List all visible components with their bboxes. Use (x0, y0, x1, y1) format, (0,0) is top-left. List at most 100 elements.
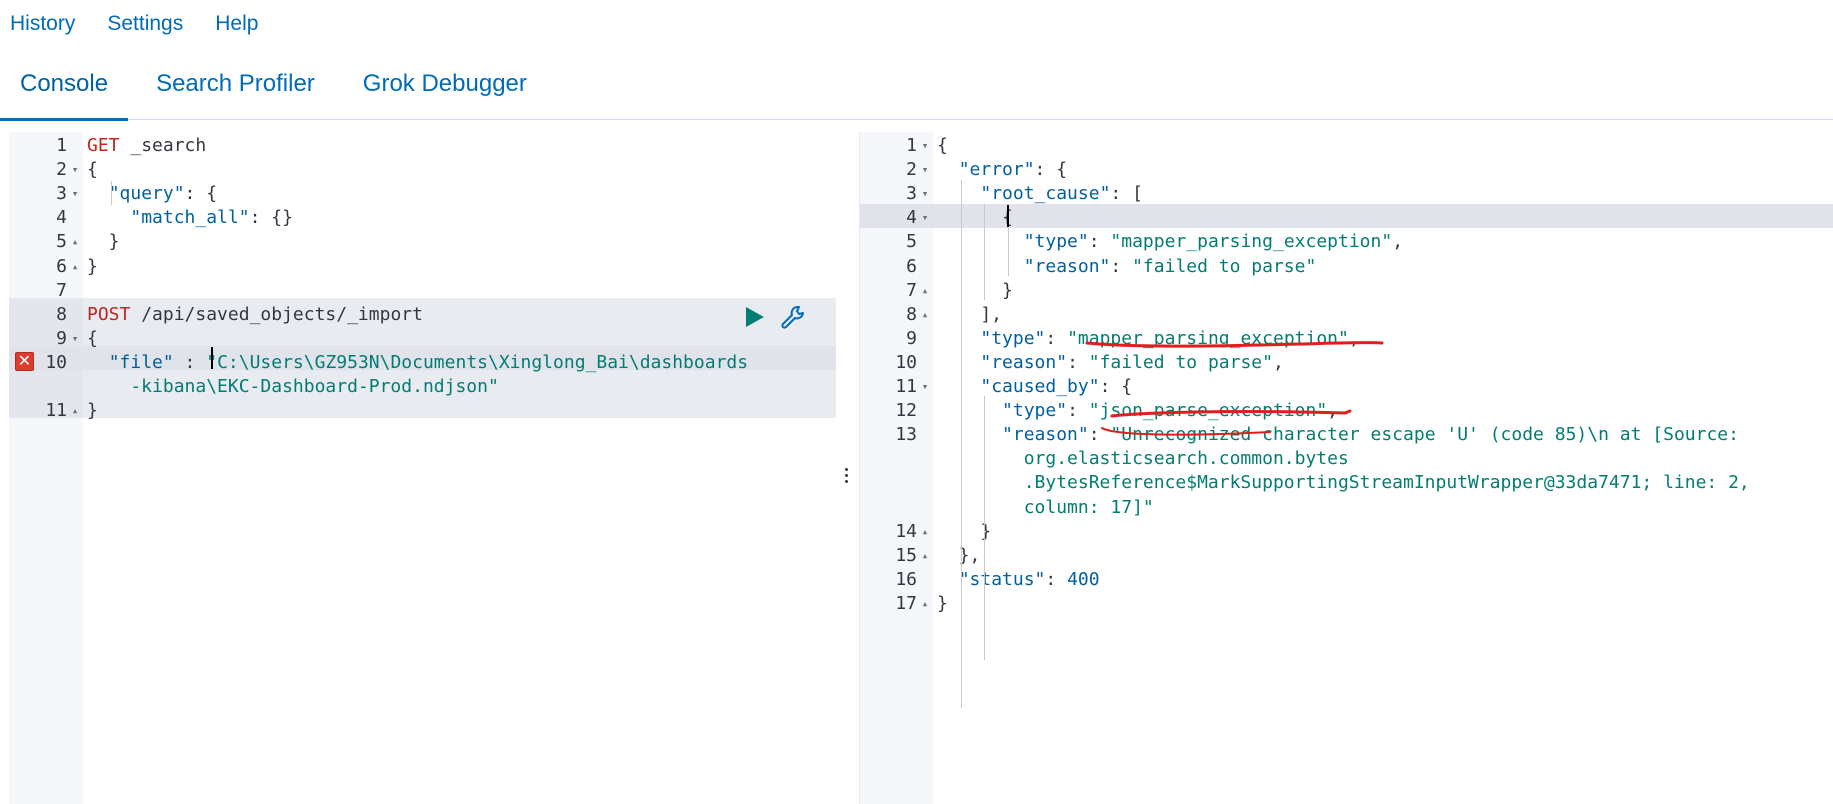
code-token: : (1067, 351, 1089, 373)
line-number-text: 5 (906, 231, 917, 253)
fold-up-icon[interactable]: ▴ (919, 303, 931, 327)
code-line: "match_all": {} (83, 206, 836, 230)
code-token: "C:\Users\GZ953N\Documents\Xinglong_Bai\… (206, 351, 749, 373)
fold-up-icon[interactable]: ▴ (919, 592, 931, 616)
code-token: : { (1099, 376, 1133, 397)
fold-down-icon[interactable]: ▾ (919, 206, 931, 230)
code-line: "type": "json_parse_exception", (933, 399, 1833, 423)
line-number-text: 12 (895, 400, 917, 422)
request-editor[interactable]: GET _search{ "query": { "match_all": {} … (9, 132, 836, 804)
code-line: "caused_by": { (933, 375, 1833, 399)
code-token: "file" (108, 351, 174, 373)
fold-down-icon[interactable]: ▾ (69, 327, 81, 351)
tab-search-profiler[interactable]: Search Profiler (136, 58, 335, 120)
fold-down-icon[interactable]: ▾ (919, 182, 931, 206)
line-number: 9 (860, 327, 933, 351)
line-number: 7 (9, 279, 83, 303)
line-number-text: 15 (895, 544, 917, 566)
fold-up-icon[interactable]: ▴ (69, 399, 81, 423)
line-number: 3 ▾ (9, 182, 83, 206)
settings-link[interactable]: Settings (107, 12, 183, 36)
code-token: } (937, 279, 1013, 301)
code-token: , (1392, 231, 1404, 253)
code-token: : (1088, 231, 1111, 253)
fold-up-icon[interactable]: ▴ (919, 544, 931, 568)
line-number: 6 (860, 255, 933, 279)
code-line: "file" : "C:\Users\GZ953N\Documents\Xing… (83, 351, 836, 375)
fold-up-icon[interactable]: ▴ (919, 520, 931, 544)
code-line: "root_cause": [ (933, 182, 1833, 206)
line-number: 4 ▾ (860, 206, 933, 230)
line-number-text: 3 (906, 183, 917, 205)
line-number-text: 1 (906, 135, 917, 156)
code-token: { (87, 159, 98, 181)
line-number (9, 375, 83, 399)
fold-down-icon[interactable]: ▾ (919, 375, 931, 399)
fold-up-icon[interactable]: ▴ (69, 255, 81, 279)
pane-resizer[interactable] (843, 466, 849, 490)
code-line: { (933, 206, 1833, 230)
send-request-icon[interactable] (743, 306, 765, 328)
code-token: column: 17]" (937, 496, 1154, 518)
code-token: } (87, 231, 120, 253)
code-token: : (1045, 568, 1068, 590)
code-token: "type" (1023, 231, 1089, 253)
indent-guide (961, 180, 962, 204)
request-code[interactable]: GET _search{ "query": { "match_all": {} … (83, 132, 836, 804)
indent-guide (984, 396, 985, 660)
code-line: -kibana\EKC-Dashboard-Prod.ndjson" (83, 375, 836, 399)
line-number: 2 ▾ (860, 158, 933, 182)
line-number-text: 2 (906, 159, 917, 181)
line-number-text: 16 (895, 568, 917, 590)
code-token: : (1088, 424, 1111, 446)
line-number: 1 ▾ (860, 134, 933, 158)
text-cursor (211, 347, 213, 369)
code-token: POST (87, 303, 131, 325)
line-number-text: 4 (906, 207, 917, 229)
line-number-text: 6 (56, 255, 67, 277)
line-number-text: 9 (906, 327, 917, 349)
line-number: 4 (9, 206, 83, 230)
fold-down-icon[interactable]: ▾ (69, 182, 81, 206)
fold-up-icon[interactable]: ▴ (69, 230, 81, 254)
code-line: { (83, 327, 836, 351)
code-line: GET _search (83, 134, 836, 158)
code-token: 400 (1067, 568, 1100, 590)
wrench-icon[interactable] (780, 304, 806, 330)
indent-guide (984, 204, 985, 300)
error-icon[interactable]: ✕ (15, 352, 34, 371)
code-token: "Unrecognized character escape 'U' (code… (1110, 424, 1739, 446)
line-number (860, 496, 933, 520)
line-number: 1 (9, 134, 83, 158)
line-number-text: 1 (56, 135, 67, 156)
code-line: } (83, 255, 836, 279)
tab-console[interactable]: Console (0, 58, 129, 121)
line-number-text: 11 (45, 400, 67, 422)
history-link[interactable]: History (10, 12, 75, 36)
fold-down-icon[interactable]: ▾ (919, 158, 931, 182)
fold-down-icon[interactable]: ▾ (69, 158, 81, 182)
code-token: : (173, 351, 207, 373)
code-token: /api/saved_objects/_import (130, 303, 423, 325)
line-number-text: 11 (895, 376, 917, 397)
code-line: } (933, 520, 1833, 544)
line-number (860, 447, 933, 471)
code-token: .BytesReference$MarkSupportingStreamInpu… (937, 472, 1750, 494)
code-token: { (937, 135, 948, 156)
code-token: { (937, 207, 1013, 229)
code-token: : (1067, 400, 1089, 422)
fold-up-icon[interactable]: ▴ (919, 279, 931, 303)
help-link[interactable]: Help (215, 12, 258, 36)
code-token: } (87, 255, 98, 277)
code-token: "error" (958, 159, 1035, 181)
code-line: column: 17]" (933, 496, 1833, 520)
fold-down-icon[interactable]: ▾ (919, 134, 931, 158)
text-cursor (1007, 205, 1009, 227)
tab-grok-debugger[interactable]: Grok Debugger (343, 58, 547, 120)
